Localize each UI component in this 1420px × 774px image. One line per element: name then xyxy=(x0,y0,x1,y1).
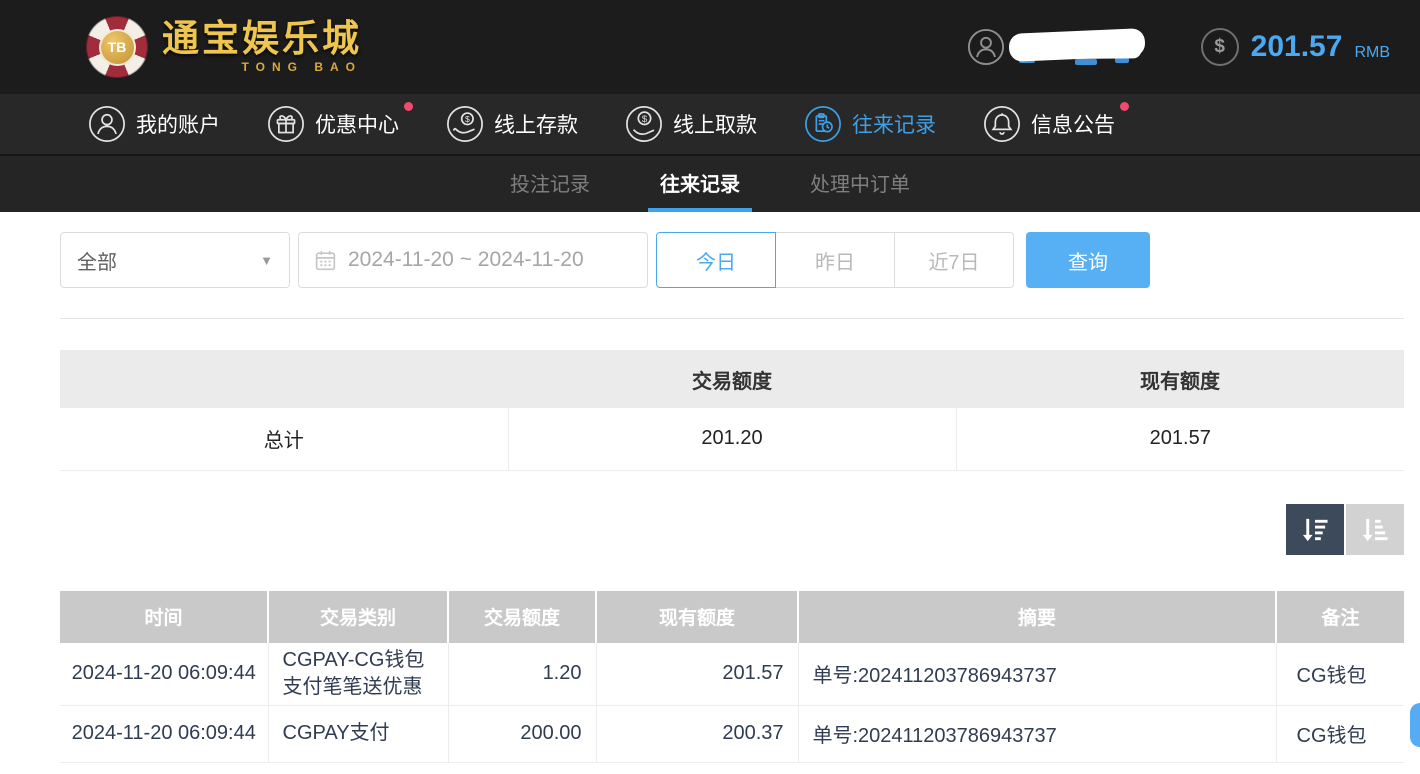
nav-item-deposit[interactable]: $ 线上存款 xyxy=(446,105,578,143)
summary-table: 交易额度 现有额度 总计 201.20 201.57 xyxy=(60,350,1404,471)
brand-text: 通宝娱乐城 TONG BAO xyxy=(162,20,362,74)
summary-col-blank xyxy=(60,350,508,408)
filter-bar: 全部 ▼ 2024-11-20 ~ 2024-11-20 今日 昨日 近7日 查… xyxy=(60,232,1420,288)
casino-chip-icon: TB xyxy=(86,16,148,78)
tab-label: 往来记录 xyxy=(660,173,740,196)
summary-total-row: 总计 201.20 201.57 xyxy=(60,408,1404,471)
hand-coin-icon: $ xyxy=(446,105,484,143)
brand-title: 通宝娱乐城 xyxy=(162,18,362,59)
balance-currency: RMB xyxy=(1354,44,1390,61)
query-button[interactable]: 查询 xyxy=(1026,232,1150,288)
col-header-amount: 交易额度 xyxy=(447,590,596,643)
nav-item-my-account[interactable]: 我的账户 xyxy=(88,105,220,143)
nav-item-withdrawal[interactable]: $ 线上取款 xyxy=(625,105,757,143)
col-header-time: 时间 xyxy=(60,590,268,643)
date-range-picker[interactable]: 2024-11-20 ~ 2024-11-20 xyxy=(298,232,648,288)
sub-tab-bar: 投注记录 往来记录 处理中订单 xyxy=(0,156,1420,212)
table-row: 2024-11-20 06:09:44 CGPAY-CG钱包支付笔笔送优惠 1.… xyxy=(60,642,1404,706)
cell-type: CGPAY-CG钱包支付笔笔送优惠 xyxy=(267,642,448,706)
cell-amount: 1.20 xyxy=(447,642,596,706)
tab-processing-orders[interactable]: 处理中订单 xyxy=(798,156,922,212)
summary-trade-total: 201.20 xyxy=(507,408,956,471)
type-select[interactable]: 全部 ▼ xyxy=(60,232,290,288)
nav-item-transaction-records[interactable]: 往来记录 xyxy=(804,105,936,143)
main-nav: 我的账户 优惠中心 $ 线上存款 $ 线上取款 往来记录 信息公告 xyxy=(0,94,1420,156)
sort-descending-button[interactable] xyxy=(1286,503,1344,555)
nav-label: 线上存款 xyxy=(494,114,578,137)
quick-range-today-button[interactable]: 今日 xyxy=(656,232,776,288)
svg-text:$: $ xyxy=(465,114,470,124)
quick-range-yesterday-button[interactable]: 昨日 xyxy=(775,232,895,288)
svg-text:$: $ xyxy=(642,114,648,125)
cell-note: CG钱包 xyxy=(1275,705,1404,763)
user-avatar-icon xyxy=(967,28,1005,66)
tab-label: 处理中订单 xyxy=(810,173,910,196)
clipboard-clock-icon xyxy=(804,105,842,143)
summary-balance-total: 201.57 xyxy=(955,408,1404,471)
nav-label: 优惠中心 xyxy=(315,114,399,137)
cell-summary: 单号:202411203786943737 xyxy=(797,642,1276,706)
floating-helper-widget[interactable] xyxy=(1410,703,1420,747)
user-circle-icon xyxy=(88,105,126,143)
user-menu[interactable] xyxy=(967,28,1146,66)
bell-icon xyxy=(983,105,1021,143)
nav-item-announcements[interactable]: 信息公告 xyxy=(983,102,1129,143)
col-header-type: 交易类别 xyxy=(267,590,448,643)
col-header-summary: 摘要 xyxy=(797,590,1276,643)
summary-col-trade-amount: 交易额度 xyxy=(508,350,956,408)
section-divider xyxy=(60,318,1404,319)
nav-item-promotions[interactable]: 优惠中心 xyxy=(267,102,413,143)
top-header: TB 通宝娱乐城 TONG BAO $ 201.57 RMB xyxy=(0,0,1420,94)
balance-amount: 201.57 xyxy=(1250,30,1343,63)
nav-label: 线上取款 xyxy=(673,114,757,137)
nav-label: 信息公告 xyxy=(1031,114,1115,137)
page-root: TB 通宝娱乐城 TONG BAO $ 201.57 RMB 我的账户 优惠中心… xyxy=(0,0,1420,763)
tab-betting-records[interactable]: 投注记录 xyxy=(498,156,602,212)
hand-dollar-icon: $ xyxy=(625,105,663,143)
gift-icon xyxy=(267,105,305,143)
cell-summary: 单号:202411203786943737 xyxy=(797,705,1276,763)
nav-label: 往来记录 xyxy=(852,114,936,137)
username-fragment xyxy=(1074,59,1097,65)
type-select-value: 全部 xyxy=(77,251,117,274)
cell-balance: 201.57 xyxy=(595,642,798,706)
balance-display: $ 201.57 RMB xyxy=(1200,28,1390,66)
brand-logo[interactable]: TB 通宝娱乐城 TONG BAO xyxy=(86,16,362,78)
nav-label: 我的账户 xyxy=(136,114,220,137)
col-header-note: 备注 xyxy=(1275,590,1404,643)
cell-note: CG钱包 xyxy=(1275,642,1404,706)
table-row: 2024-11-20 06:09:44 CGPAY支付 200.00 200.3… xyxy=(60,705,1404,763)
notification-badge-dot xyxy=(404,102,413,111)
notification-badge-dot xyxy=(1120,102,1129,111)
sort-ascending-button[interactable] xyxy=(1346,503,1404,555)
calendar-icon xyxy=(313,248,338,273)
sort-controls xyxy=(60,503,1404,555)
quick-range-last7-button[interactable]: 近7日 xyxy=(894,232,1014,288)
cell-time: 2024-11-20 06:09:44 xyxy=(60,705,268,763)
cell-amount: 200.00 xyxy=(447,705,596,763)
summary-col-current-balance: 现有额度 xyxy=(956,350,1404,408)
chevron-down-icon: ▼ xyxy=(260,252,273,268)
cell-type: CGPAY支付 xyxy=(267,705,448,763)
date-range-value: 2024-11-20 ~ 2024-11-20 xyxy=(348,248,584,271)
quick-range-group: 今日 昨日 近7日 xyxy=(656,232,1014,288)
header-right: $ 201.57 RMB xyxy=(967,28,1390,66)
records-header-row: 时间 交易类别 交易额度 现有额度 摘要 备注 xyxy=(60,590,1404,643)
dollar-icon: $ xyxy=(1200,28,1239,66)
records-table: 时间 交易类别 交易额度 现有额度 摘要 备注 2024-11-20 06:09… xyxy=(60,590,1404,763)
brand-subtitle: TONG BAO xyxy=(241,60,362,74)
chip-monogram: TB xyxy=(98,28,136,66)
username-redacted xyxy=(1008,28,1146,65)
tab-label: 投注记录 xyxy=(510,173,590,196)
cell-balance: 200.37 xyxy=(595,705,798,763)
tab-transaction-records[interactable]: 往来记录 xyxy=(648,156,752,212)
redaction-scribble xyxy=(1008,28,1146,62)
col-header-balance: 现有额度 xyxy=(595,590,798,643)
summary-header-row: 交易额度 现有额度 xyxy=(60,350,1404,408)
summary-total-label: 总计 xyxy=(60,408,508,471)
cell-time: 2024-11-20 06:09:44 xyxy=(60,642,268,706)
